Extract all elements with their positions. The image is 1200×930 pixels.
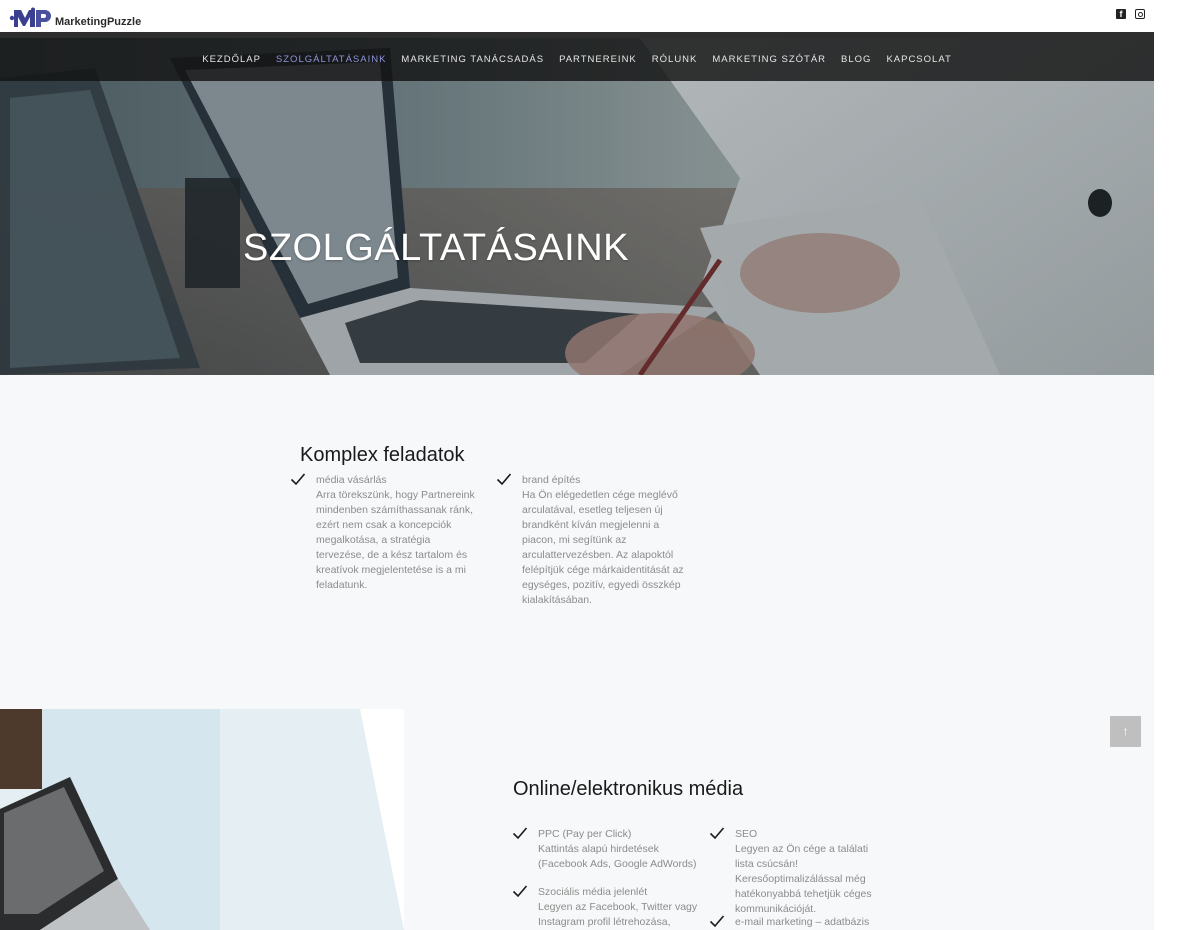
section-title-online-media: Online/elektronikus média [513,778,744,800]
nav-item-blog[interactable]: BLOG [841,54,871,65]
nav-item-partnereink[interactable]: PARTNEREINK [559,54,637,65]
site-header: MarketingPuzzle f [0,0,1154,32]
service-item-heading: e-mail marketing – adatbázis [735,916,870,928]
page-title: SZOLGÁLTATÁSAINK [243,227,629,269]
service-item-description: Kattintás alapú hirdetések (Facebook Ads… [538,843,697,870]
service-item-seo: SEO Legyen az Ön cége a találati lista c… [709,827,885,917]
check-icon [709,827,725,840]
check-icon [290,473,306,486]
right-gutter [1154,0,1200,930]
check-icon [512,885,528,898]
service-item-description: Ha Ön elégedetlen cége meglévő arculatáv… [522,489,684,606]
service-item-media-vasarlas: média vásárlás Arra törekszünk, hogy Par… [290,473,476,593]
brand-name: MarketingPuzzle [55,16,142,28]
laptop-photo [0,709,404,930]
service-item-social-media: Szociális média jelenlét Legyen az Faceb… [512,885,698,930]
nav-item-szolgaltatasaink[interactable]: SZOLGÁLTATÁSAINK [276,54,387,65]
service-item-description: Legyen az Facebook, Twitter vagy Instagr… [538,901,698,928]
logo[interactable]: MarketingPuzzle [9,7,141,29]
service-item-heading: SEO [735,828,758,840]
instagram-icon[interactable] [1135,9,1145,19]
nav-item-marketing-tanacsadas[interactable]: MARKETING TANÁCSADÁS [401,54,544,65]
puzzle-logo-icon [9,7,51,27]
service-item-heading: PPC (Pay per Click) [538,828,632,840]
hero-banner: SZOLGÁLTATÁSAINK [0,38,1154,375]
hero-photo [0,38,1154,375]
service-item-email-marketing: e-mail marketing – adatbázis [709,915,905,930]
service-item-heading: média vásárlás [316,474,387,486]
nav-item-kezdolap[interactable]: KEZDŐLAP [202,54,261,65]
main-navigation: KEZDŐLAP SZOLGÁLTATÁSAINK MARKETING TANÁ… [0,38,1154,81]
service-item-description: Legyen az Ön cége a találati lista csúcs… [735,843,872,915]
service-item-ppc: PPC (Pay per Click) Kattintás alapú hird… [512,827,698,872]
check-icon [709,915,725,928]
scroll-to-top-button[interactable]: ↑ [1110,716,1141,747]
nav-item-kapcsolat[interactable]: KAPCSOLAT [886,54,951,65]
service-item-heading: brand építés [522,474,581,486]
service-item-brand-epites: brand építés Ha Ön elégedetlen cége megl… [496,473,686,608]
nav-item-marketing-szotar[interactable]: MARKETING SZÓTÁR [712,54,826,65]
nav-item-rolunk[interactable]: RÓLUNK [652,54,698,65]
service-item-description: Arra törekszünk, hogy Partnereink minden… [316,489,475,591]
section-title-komplex: Komplex feladatok [300,444,465,466]
service-item-heading: Szociális média jelenlét [538,886,648,898]
check-icon [512,827,528,840]
laptop-image [0,709,404,930]
check-icon [496,473,512,486]
facebook-icon[interactable]: f [1116,9,1126,19]
